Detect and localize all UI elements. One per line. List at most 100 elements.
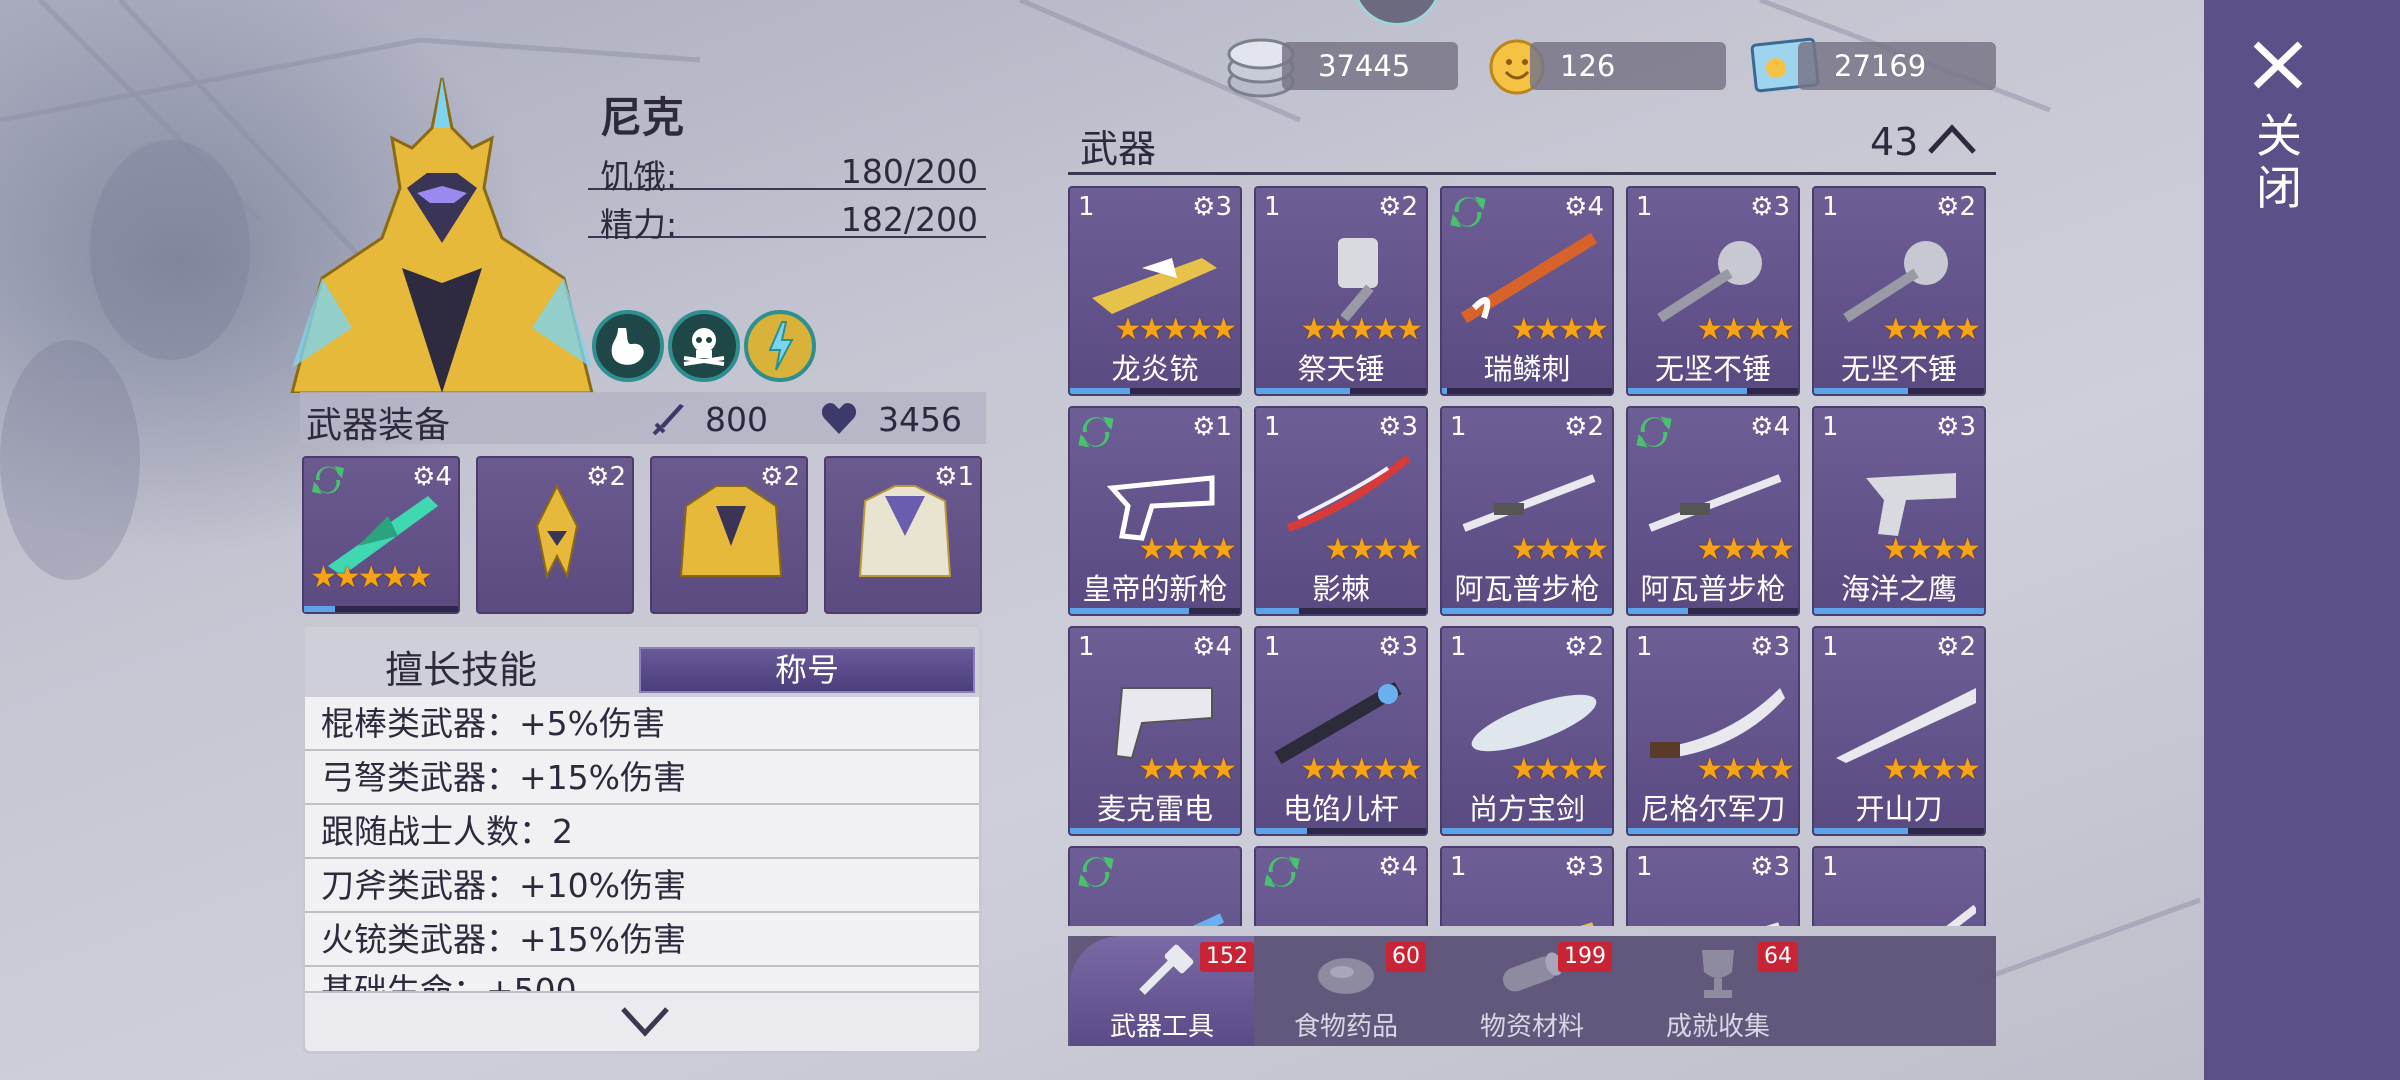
weapon-card[interactable]: ⚙4 ★★★★ 瑞鳞刺 (1440, 186, 1614, 396)
weapon-level: 1 (1822, 192, 1839, 222)
heart-icon (821, 403, 857, 434)
star-rating: ★★★★ (1510, 752, 1609, 787)
weapon-card[interactable]: 1 ⚙3 ★★★★ 尼格尔军刀 (1626, 626, 1800, 836)
skill-row: 火铳类武器：+15%伤害 (305, 913, 979, 967)
gear-icon: ⚙ (1936, 632, 1960, 662)
star-rating: ★★★★ (1138, 532, 1237, 567)
chevron-up-icon[interactable] (1924, 120, 1980, 160)
nav-supplies-materials[interactable]: 物资材料 199 (1440, 936, 1624, 1046)
gear-level: ⚙3 (1936, 412, 1976, 442)
energy-value: 182/200 (840, 200, 978, 239)
star-rating: ★★★★ (1882, 312, 1981, 347)
weapon-name: 影棘 (1311, 572, 1370, 606)
weapon-level: 1 (1078, 632, 1095, 662)
equipment-slot-weapon[interactable]: ⚙4 ★★★★★ (302, 456, 460, 614)
weapon-level: 1 (1822, 852, 1839, 882)
energy-row: 精力: 182/200 (588, 194, 986, 244)
weapon-name: 瑞鳞刺 (1483, 352, 1571, 386)
weapon-card[interactable]: 1 ⚙2 ★★★★ 尚方宝剑 (1440, 626, 1614, 836)
gear-icon: ⚙ (1192, 412, 1216, 442)
weapon-art-icon (1866, 473, 1956, 536)
weapon-art-icon (1286, 454, 1411, 532)
weapon-art-icon (1338, 238, 1378, 322)
weapon-card[interactable]: 1 ⚙2 ★★★★ 无坚不锤 (1812, 186, 1986, 396)
energy-label: 精力: (600, 205, 678, 244)
close-label[interactable]: 关闭 (2254, 110, 2304, 214)
skills-tabs: 擅长技能 称号 (305, 627, 979, 697)
close-icon[interactable] (2250, 40, 2306, 90)
equipment-slot-armor[interactable]: ⚙2 (650, 456, 808, 614)
progress-fill (1256, 608, 1299, 614)
gear-icon: ⚙ (1378, 192, 1402, 222)
weapon-card[interactable]: 1 (1812, 846, 1986, 926)
star-rating: ★★★★★ (310, 560, 432, 595)
lightning-icon[interactable] (744, 310, 816, 382)
nav-label: 武器工具 (1109, 1012, 1214, 1042)
nav-weapons-tools[interactable]: 武器工具 152 (1070, 936, 1254, 1046)
weapon-card[interactable]: 1 ⚙2 ★★★★★ 祭天锤 (1254, 186, 1428, 396)
equipment-slot-helmet[interactable]: ⚙2 (476, 456, 634, 614)
nav-achievements[interactable]: 成就收集 64 (1626, 936, 1810, 1046)
nav-badge: 60 (1386, 942, 1426, 972)
progress-fill (1256, 828, 1307, 834)
weapon-card[interactable]: 1 ⚙4 ★★★★ 麦克雷电 (1068, 626, 1242, 836)
stomach-icon[interactable] (592, 310, 664, 382)
weapon-art-icon (1946, 904, 1976, 926)
weapon-art-icon (1657, 241, 1762, 323)
weapon-card[interactable]: 1 ⚙3 ★★★★★ 电馅儿杆 (1254, 626, 1428, 836)
progress-fill (1070, 388, 1130, 394)
weapon-name: 尚方宝剑 (1468, 792, 1585, 826)
gear-icon: ⚙ (1564, 192, 1588, 222)
gear-icon: ⚙ (1750, 412, 1774, 442)
weapon-card[interactable]: 1 ⚙3 (1626, 846, 1800, 926)
star-rating: ★★★★ (1138, 752, 1237, 787)
weapon-art-icon (1650, 688, 1785, 758)
skill-row: 跟随战士人数：2 (305, 805, 979, 859)
weapon-art-icon (1268, 888, 1418, 926)
weapon-name: 电馅儿杆 (1282, 792, 1399, 826)
gear-icon: ⚙ (1564, 412, 1588, 442)
weapon-card[interactable]: ⚙1 ★★★★ 皇帝的新枪 (1068, 406, 1242, 616)
star-rating: ★★★★★ (1300, 312, 1423, 347)
weapon-card[interactable]: 1 ⚙3 ★★★★★ 龙炎铳 (1068, 186, 1242, 396)
progress-fill (1442, 388, 1448, 394)
skill-row: 棍棒类武器：+5%伤害 (305, 697, 979, 751)
weapon-card[interactable]: 1 ⚙2 ★★★★ 阿瓦普步枪 (1440, 406, 1614, 616)
gear-icon: ⚙ (1564, 632, 1588, 662)
star-rating: ★★★★ (1696, 312, 1795, 347)
weapon-card[interactable] (1068, 846, 1242, 926)
tab-skills[interactable]: 擅长技能 (385, 639, 537, 694)
weapon-card[interactable]: 1 ⚙2 ★★★★ 开山刀 (1812, 626, 1986, 836)
gear-icon: ⚙ (1378, 852, 1402, 882)
weapon-art-icon (1106, 475, 1215, 541)
bottom-nav: 武器工具 152 食物药品 60 物资材料 199 成就收集 64 (1068, 936, 1996, 1046)
gear-icon: ⚙ (1378, 412, 1402, 442)
weapon-card[interactable]: 1 ⚙3 (1440, 846, 1614, 926)
weapon-grid: 1 ⚙3 ★★★★★ 龙炎铳 1 ⚙2 ★★★★★ 祭天锤 ⚙4 ★★★★ 瑞鳞刺 1 ⚙3 ★★★★ 无坚… (1068, 186, 1998, 926)
equipment-slot-chest[interactable]: ⚙1 (824, 456, 982, 614)
weapon-card[interactable]: ⚙4 ★★★★ 阿瓦普步枪 (1626, 406, 1800, 616)
progress-fill (1256, 388, 1350, 394)
helmet-icon (535, 483, 579, 580)
weapon-card[interactable]: ⚙4 (1254, 846, 1428, 926)
progress-track (304, 606, 458, 612)
nav-food-medicine[interactable]: 食物药品 60 (1254, 936, 1438, 1046)
nav-label: 成就收集 (1665, 1012, 1770, 1042)
progress-fill (1628, 828, 1798, 834)
skull-icon[interactable] (668, 310, 740, 382)
weapon-name: 尼格尔军刀 (1640, 792, 1786, 826)
weapon-card[interactable]: 1 ⚙3 ★★★★ 无坚不锤 (1626, 186, 1800, 396)
chevron-down-icon[interactable] (617, 1001, 673, 1041)
weapon-card[interactable]: 1 ⚙3 ★★★★ 海洋之鹰 (1812, 406, 1986, 616)
tab-title[interactable]: 称号 (639, 647, 975, 693)
weapons-title: 武器 (1080, 127, 1157, 171)
progress-fill (1070, 828, 1240, 834)
weapon-card[interactable]: 1 ⚙3 ★★★★ 影棘 (1254, 406, 1428, 616)
gear-level: ⚙4 (1750, 412, 1790, 442)
weapon-art-icon (1843, 241, 1948, 323)
weapon-art-icon (1092, 258, 1217, 314)
progress-fill (1442, 828, 1612, 834)
star-rating: ★★★★ (1882, 752, 1981, 787)
gear-level: ⚙2 (1564, 412, 1604, 442)
weapon-level: 1 (1822, 412, 1839, 442)
